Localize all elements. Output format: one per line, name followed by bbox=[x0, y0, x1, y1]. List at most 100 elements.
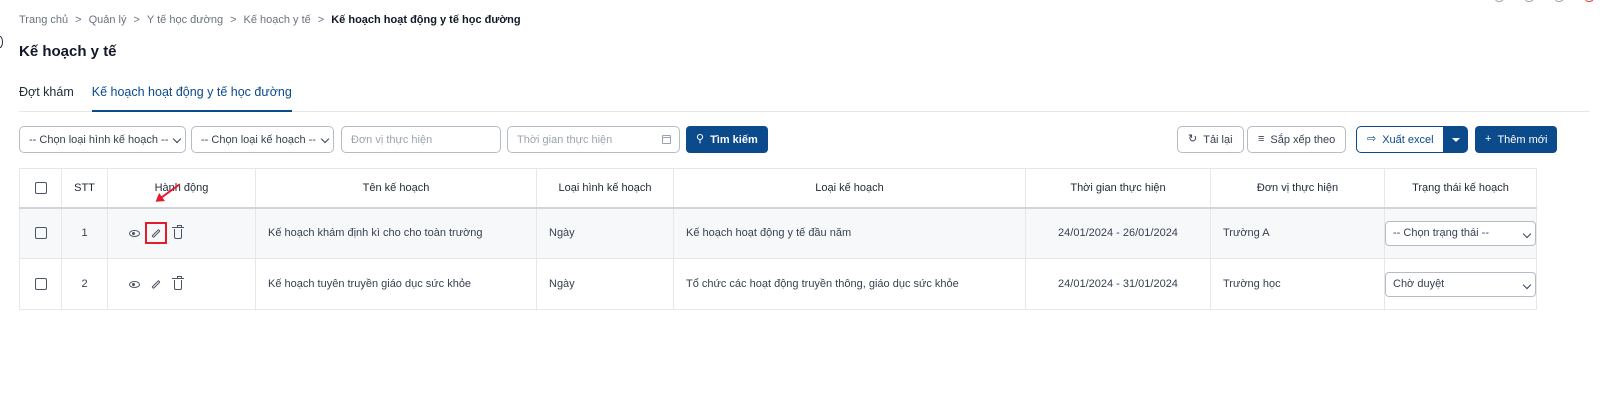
unit-input-placeholder: Đơn vị thực hiện bbox=[351, 133, 433, 146]
status-select-value: -- Chọn trạng thái -- bbox=[1393, 227, 1489, 240]
row-status-cell: -- Chọn trạng thái -- bbox=[1384, 207, 1537, 259]
export-dropdown-toggle[interactable] bbox=[1443, 126, 1468, 153]
delete-button[interactable] bbox=[167, 273, 189, 295]
header-unit: Đơn vị thực hiện bbox=[1210, 168, 1385, 209]
chevron-right-icon: > bbox=[75, 14, 82, 26]
tab-bar: Đợt khám Kế hoạch hoạt động y tế học đườ… bbox=[19, 84, 1590, 112]
status-select[interactable]: Chờ duyệt bbox=[1385, 271, 1536, 297]
row-checkbox[interactable] bbox=[34, 227, 47, 240]
select-all-checkbox[interactable] bbox=[34, 181, 47, 194]
breadcrumb-school-health[interactable]: Y tế học đường bbox=[147, 14, 223, 26]
header-time: Thời gian thực hiện bbox=[1025, 168, 1211, 209]
header-status: Trạng thái kế hoạch bbox=[1384, 168, 1537, 209]
row-unit: Trường học bbox=[1210, 258, 1385, 310]
sort-button-label: Sắp xếp theo bbox=[1270, 133, 1336, 146]
row-select-cell bbox=[19, 207, 62, 259]
status-select-value: Chờ duyệt bbox=[1393, 278, 1445, 290]
plan-table: STT Hành động Tên kế hoạch Loại hình kế … bbox=[19, 168, 1537, 310]
search-button[interactable]: ⚲ Tìm kiếm bbox=[686, 126, 768, 153]
pencil-icon bbox=[151, 279, 161, 289]
row-stt: 1 bbox=[61, 207, 108, 259]
trash-icon bbox=[172, 276, 184, 290]
add-new-button-label: Thêm mới bbox=[1497, 133, 1548, 146]
tab-exam-rounds[interactable]: Đợt khám bbox=[19, 84, 74, 112]
row-plan-name: Kế hoạch khám định kì cho cho toàn trườn… bbox=[255, 207, 537, 259]
chevron-down-icon bbox=[1522, 280, 1532, 289]
breadcrumb-current: Kế hoạch hoạt động y tế học đường bbox=[331, 14, 521, 26]
chevron-right-icon: > bbox=[230, 14, 237, 26]
row-time: 24/01/2024 - 26/01/2024 bbox=[1025, 207, 1211, 259]
trash-icon bbox=[172, 225, 184, 240]
header-stt: STT bbox=[61, 168, 108, 209]
row-plan-name: Kế hoạch tuyên truyền giáo dục sức khỏe bbox=[255, 258, 537, 310]
plan-category-select[interactable]: -- Chọn loại kế hoạch -- bbox=[191, 126, 334, 153]
header-actions: Hành động bbox=[107, 168, 256, 209]
pencil-icon bbox=[151, 228, 161, 238]
sidebar-toggle-edge bbox=[0, 36, 3, 48]
header-plan-category: Loại kế hoạch bbox=[673, 168, 1026, 209]
row-time: 24/01/2024 - 31/01/2024 bbox=[1025, 258, 1211, 310]
row-stt: 2 bbox=[61, 258, 108, 310]
header-icon[interactable] bbox=[1524, 0, 1534, 2]
plan-type-select-value: -- Chọn loại hình kế hoạch -- bbox=[29, 133, 169, 146]
calendar-icon[interactable] bbox=[662, 135, 671, 144]
chevron-right-icon: > bbox=[317, 14, 325, 26]
row-plan-category: Tổ chức các hoạt động truyền thông, giáo… bbox=[673, 258, 1026, 310]
row-checkbox[interactable] bbox=[34, 278, 47, 291]
eye-icon bbox=[128, 229, 140, 237]
row-status-cell: Chờ duyệt bbox=[1384, 258, 1537, 310]
plan-type-select[interactable]: -- Chọn loại hình kế hoạch -- bbox=[19, 126, 186, 153]
breadcrumb: Trang chủ > Quản lý > Y tế học đường > K… bbox=[19, 14, 521, 26]
export-excel-button[interactable]: ⇨ Xuất excel bbox=[1356, 126, 1445, 153]
delete-button[interactable] bbox=[167, 222, 189, 244]
table-header-row: STT Hành động Tên kế hoạch Loại hình kế … bbox=[19, 168, 1537, 209]
edit-button[interactable] bbox=[145, 273, 167, 295]
table-row: 1 Kế hoạch khám định kì cho cho toàn trư… bbox=[19, 207, 1537, 259]
export-icon: ⇨ bbox=[1367, 133, 1377, 145]
chevron-right-icon: > bbox=[133, 14, 140, 26]
header-select-all bbox=[19, 168, 62, 209]
breadcrumb-manage[interactable]: Quản lý bbox=[89, 14, 127, 26]
header-icons bbox=[1494, 0, 1594, 2]
chevron-down-icon bbox=[320, 134, 330, 144]
plan-category-select-value: -- Chọn loại kế hoạch -- bbox=[201, 133, 316, 146]
reload-icon: ↻ bbox=[1188, 133, 1198, 145]
page-title: Kế hoạch y tế bbox=[19, 43, 117, 60]
row-unit: Trường A bbox=[1210, 207, 1385, 259]
row-actions bbox=[107, 258, 256, 310]
time-range-input-placeholder: Thời gian thực hiện bbox=[517, 133, 613, 146]
header-plan-name: Tên kế hoạch bbox=[255, 168, 537, 209]
row-plan-category: Kế hoạch hoạt động y tế đầu năm bbox=[673, 207, 1026, 259]
sort-icon: ≡ bbox=[1258, 133, 1265, 145]
plus-icon: + bbox=[1485, 133, 1492, 145]
reload-button-label: Tải lại bbox=[1203, 133, 1233, 146]
reload-button[interactable]: ↻ Tải lại bbox=[1177, 126, 1244, 153]
table-row: 2 Kế hoạch tuyên truyền giáo dục sức khỏ… bbox=[19, 258, 1537, 310]
header-icon[interactable] bbox=[1494, 0, 1504, 2]
notification-icon[interactable] bbox=[1584, 0, 1594, 2]
add-new-button[interactable]: + Thêm mới bbox=[1475, 126, 1558, 153]
view-button[interactable] bbox=[123, 222, 145, 244]
row-select-cell bbox=[19, 258, 62, 310]
tab-school-health-plan[interactable]: Kế hoạch hoạt động y tế học đường bbox=[91, 84, 292, 112]
breadcrumb-home[interactable]: Trang chủ bbox=[19, 14, 68, 26]
time-range-input[interactable]: Thời gian thực hiện bbox=[507, 126, 680, 153]
header-icon[interactable] bbox=[1554, 0, 1564, 2]
unit-input[interactable]: Đơn vị thực hiện bbox=[341, 126, 501, 153]
chevron-down-icon bbox=[172, 134, 182, 144]
row-plan-type: Ngày bbox=[536, 258, 674, 310]
chevron-down-icon bbox=[1522, 229, 1532, 238]
status-select[interactable]: -- Chọn trạng thái -- bbox=[1385, 220, 1536, 246]
filter-toolbar: -- Chọn loại hình kế hoạch -- -- Chọn lo… bbox=[19, 126, 1590, 153]
search-button-label: Tìm kiếm bbox=[710, 133, 758, 146]
breadcrumb-health-plan[interactable]: Kế hoạch y tế bbox=[244, 14, 311, 26]
sort-button[interactable]: ≡ Sắp xếp theo bbox=[1247, 126, 1347, 153]
search-icon: ⚲ bbox=[696, 133, 705, 145]
edit-button[interactable] bbox=[145, 222, 167, 245]
row-actions bbox=[107, 207, 256, 259]
row-plan-type: Ngày bbox=[536, 207, 674, 259]
view-button[interactable] bbox=[123, 273, 145, 295]
header-plan-type: Loại hình kế hoạch bbox=[536, 168, 674, 209]
eye-icon bbox=[128, 280, 140, 288]
export-excel-button-label: Xuất excel bbox=[1382, 133, 1434, 146]
